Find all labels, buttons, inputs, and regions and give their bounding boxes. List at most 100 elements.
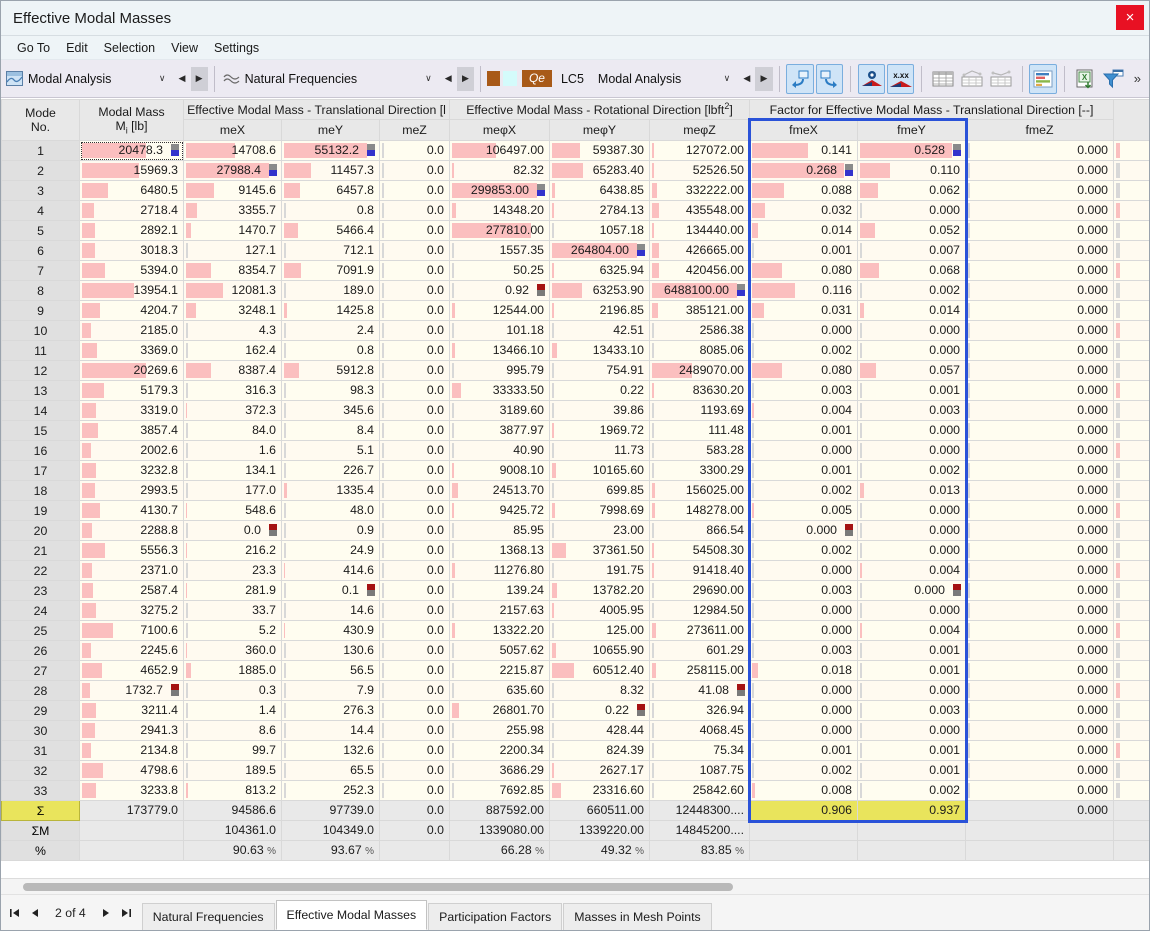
scrollbar-thumb[interactable] xyxy=(23,883,733,891)
cell-mepY[interactable]: 8.32 xyxy=(549,680,651,701)
cell-mepZ[interactable]: 258115.00 xyxy=(649,660,751,681)
cell-mepZ[interactable]: 41.08 xyxy=(649,680,751,701)
cell-mepZ[interactable]: 83630.20 xyxy=(649,380,751,401)
cell-fmeZ[interactable]: 0.000 xyxy=(965,540,1115,561)
cell-fmeZ[interactable]: 0.000 xyxy=(965,300,1115,321)
row-mode-number[interactable]: 8 xyxy=(1,280,80,301)
cell-meX[interactable]: 134.1 xyxy=(183,460,282,481)
cell-meX[interactable]: 0.0 xyxy=(183,520,282,541)
cell-meZ[interactable]: 0.0 xyxy=(378,580,451,601)
cell-mepX[interactable]: 995.79 xyxy=(449,360,551,381)
cell-fmeY[interactable]: 0.528 xyxy=(857,140,967,161)
cell-mepX[interactable]: 2157.63 xyxy=(449,600,551,621)
cell-mepY[interactable]: 13782.20 xyxy=(549,580,651,601)
cell-mepZ[interactable]: 3300.29 xyxy=(649,460,751,481)
cell-fmeY[interactable]: 0.000 xyxy=(857,600,967,621)
cell-mepY[interactable]: 42.51 xyxy=(549,320,651,341)
cell-mepZ[interactable]: 134440.00 xyxy=(649,220,751,241)
cell-mepZ[interactable]: 385121.00 xyxy=(649,300,751,321)
cell-fmeX[interactable]: 0.116 xyxy=(749,280,859,301)
cell-fmeY[interactable]: 0.000 xyxy=(857,540,967,561)
cell-Mi[interactable]: 5394.0 xyxy=(79,260,184,281)
cell-fmeY[interactable]: 0.004 xyxy=(857,620,967,641)
cell-mepZ[interactable]: 326.94 xyxy=(649,700,751,721)
cell-fmeZ[interactable]: 0.000 xyxy=(965,240,1115,261)
cell-fmeX[interactable]: 0.000 xyxy=(749,520,859,541)
table-full-icon[interactable] xyxy=(929,64,956,94)
cell-meY[interactable]: 5912.8 xyxy=(281,360,380,381)
cell-fmeZ[interactable]: 0.000 xyxy=(965,340,1115,361)
cell-meZ[interactable]: 0.0 xyxy=(378,660,451,681)
summary-row[interactable]: Σ 173779.0 94586.6 97739.0 0.0 887592.00 66051… xyxy=(1,800,1149,821)
summary-Mi[interactable] xyxy=(79,840,184,861)
cell-meZ[interactable]: 0.0 xyxy=(378,180,451,201)
cell-fmeZ[interactable]: 0.000 xyxy=(965,180,1115,201)
cell-meX[interactable]: 33.7 xyxy=(183,600,282,621)
cell-mepY[interactable]: 23316.60 xyxy=(549,780,651,801)
cell-Mi[interactable]: 3369.0 xyxy=(79,340,184,361)
cell-fmeZ[interactable]: 0.000 xyxy=(965,460,1115,481)
cell-mepX[interactable]: 24513.70 xyxy=(449,480,551,501)
loadcase-prev-button[interactable]: ◀ xyxy=(738,67,755,91)
cell-fmeX[interactable]: 0.018 xyxy=(749,660,859,681)
cell-meX[interactable]: 1885.0 xyxy=(183,660,282,681)
cell-fmeY[interactable]: 0.001 xyxy=(857,740,967,761)
cell-Mi[interactable]: 2134.8 xyxy=(79,740,184,761)
cell-fmeY[interactable]: 0.062 xyxy=(857,180,967,201)
cell-Mi[interactable]: 5556.3 xyxy=(79,540,184,561)
cell-mepX[interactable]: 299853.00 xyxy=(449,180,551,201)
cell-mepZ[interactable]: 54508.30 xyxy=(649,540,751,561)
cell-meX[interactable]: 8.6 xyxy=(183,720,282,741)
cell-meX[interactable]: 3355.7 xyxy=(183,200,282,221)
chevron-down-icon-3[interactable]: ∨ xyxy=(724,73,731,84)
summary-fmeX[interactable]: 0.906 xyxy=(749,800,859,821)
cell-fmeZ[interactable]: 0.000 xyxy=(965,500,1115,521)
cell-meX[interactable]: 813.2 xyxy=(183,780,282,801)
cell-mepZ[interactable]: 127072.00 xyxy=(649,140,751,161)
row-mode-number[interactable]: 15 xyxy=(1,420,80,441)
cell-fmeZ[interactable]: 0.000 xyxy=(965,600,1115,621)
insert-row-above-icon[interactable] xyxy=(786,63,814,94)
cell-meZ[interactable]: 0.0 xyxy=(378,400,451,421)
row-mode-number[interactable]: 23 xyxy=(1,580,80,601)
cell-meZ[interactable]: 0.0 xyxy=(378,220,451,241)
cell-mepX[interactable]: 11276.80 xyxy=(449,560,551,581)
cell-mepZ[interactable]: 866.54 xyxy=(649,520,751,541)
cell-fmeY[interactable]: 0.001 xyxy=(857,760,967,781)
menu-item-view[interactable]: View xyxy=(163,39,206,57)
cell-fmeZ[interactable]: 0.000 xyxy=(965,440,1115,461)
cell-fmeZ[interactable]: 0.000 xyxy=(965,380,1115,401)
cell-mepY[interactable]: 11.73 xyxy=(549,440,651,461)
cell-meY[interactable]: 14.6 xyxy=(281,600,380,621)
cell-mepY[interactable]: 7998.69 xyxy=(549,500,651,521)
cell-fmeY[interactable]: 0.014 xyxy=(857,300,967,321)
row-mode-number[interactable]: 21 xyxy=(1,540,80,561)
cell-meY[interactable]: 8.4 xyxy=(281,420,380,441)
row-mode-number[interactable]: 25 xyxy=(1,620,80,641)
cell-mepZ[interactable]: 273611.00 xyxy=(649,620,751,641)
summary-meZ[interactable] xyxy=(378,840,451,861)
table-row[interactable]: 3 6480.5 9145.6 6457.8 0.0 299853.00 6438.85 33… xyxy=(1,180,1149,201)
results-table-container[interactable]: Mode No. Modal Mass Mi [lb] Effective Mo… xyxy=(1,99,1149,872)
table-row[interactable]: 2 15969.3 27988.4 11457.3 0.0 82.32 65283.40 52… xyxy=(1,160,1149,181)
cell-meY[interactable]: 0.9 xyxy=(281,520,380,541)
cell-mepY[interactable]: 428.44 xyxy=(549,720,651,741)
cell-meY[interactable]: 0.8 xyxy=(281,340,380,361)
tab-effective-modal-masses[interactable]: Effective Modal Masses xyxy=(275,900,428,930)
cell-fmeZ[interactable]: 0.000 xyxy=(965,360,1115,381)
table-row[interactable]: 4 2718.4 3355.7 0.8 0.0 14348.20 2784.13 435548… xyxy=(1,200,1149,221)
cell-fmeZ[interactable]: 0.000 xyxy=(965,420,1115,441)
cell-fmeY[interactable]: 0.000 xyxy=(857,680,967,701)
cell-meZ[interactable]: 0.0 xyxy=(378,540,451,561)
cell-fmeY[interactable]: 0.068 xyxy=(857,260,967,281)
cell-meX[interactable]: 12081.3 xyxy=(183,280,282,301)
row-mode-number[interactable]: 11 xyxy=(1,340,80,361)
cell-mepX[interactable]: 3189.60 xyxy=(449,400,551,421)
cell-meZ[interactable]: 0.0 xyxy=(378,320,451,341)
cell-mepY[interactable]: 4005.95 xyxy=(549,600,651,621)
cell-fmeZ[interactable]: 0.000 xyxy=(965,320,1115,341)
summary-meZ[interactable]: 0.0 xyxy=(378,800,451,821)
analysis-type-combo[interactable]: Modal Analysis xyxy=(4,66,149,92)
row-mode-number[interactable]: 18 xyxy=(1,480,80,501)
cell-meX[interactable]: 1470.7 xyxy=(183,220,282,241)
